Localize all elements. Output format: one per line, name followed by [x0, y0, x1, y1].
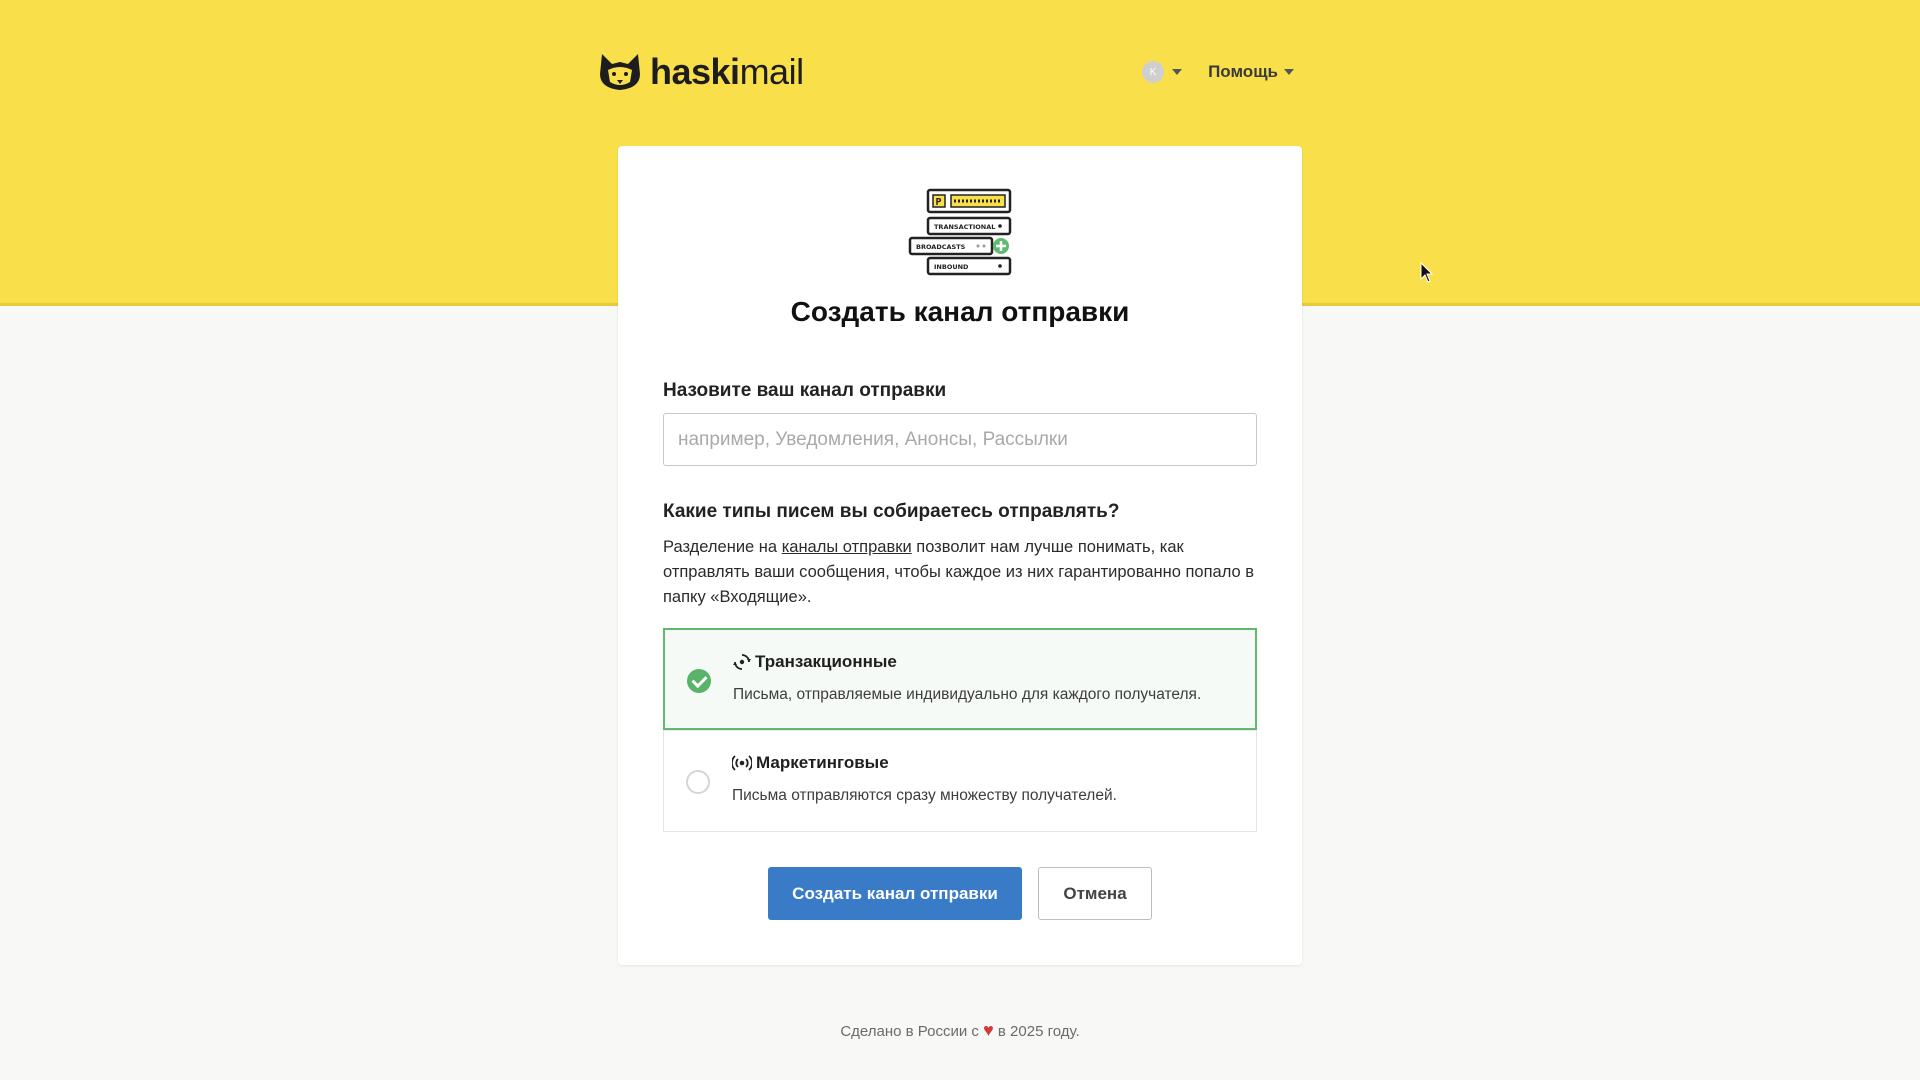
transactional-icon [733, 654, 751, 670]
stream-name-label: Назовите ваш канал отправки [663, 380, 947, 401]
account-menu[interactable]: K [1142, 61, 1183, 83]
message-types-label: Какие типы писем вы собираетесь отправля… [663, 501, 1120, 522]
chevron-down-icon [1284, 69, 1294, 75]
logo[interactable]: haskimail [598, 51, 804, 93]
help-label: Помощь [1208, 62, 1278, 81]
chevron-down-icon [1172, 69, 1183, 75]
radio-transactional[interactable] [687, 669, 711, 693]
message-streams-link[interactable]: каналы отправки [782, 538, 912, 556]
radio-broadcast[interactable] [686, 770, 710, 794]
avatar: K [1142, 61, 1165, 83]
logo-text: haskimail [650, 51, 804, 92]
cancel-button[interactable]: Отмена [1038, 867, 1152, 920]
option-broadcast[interactable]: Маркетинговые Письма отправляются сразу … [663, 730, 1257, 832]
message-types-description: Разделение на каналы отправки позволит н… [663, 538, 1255, 606]
option-transactional[interactable]: Транзакционные Письма, отправляемые инди… [663, 628, 1257, 730]
svg-text:INBOUND: INBOUND [934, 263, 969, 271]
help-menu[interactable]: Помощь [1208, 62, 1294, 82]
stream-name-input[interactable] [663, 413, 1257, 466]
header: haskimail K Помощь [598, 48, 1294, 96]
footer: Сделано в России с ♥ в 2025 году. [840, 1020, 1080, 1040]
svg-text:TRANSACTIONAL: TRANSACTIONAL [934, 223, 995, 231]
option-description: Письма, отправляемые индивидуально для к… [733, 686, 1202, 703]
svg-text:P: P [936, 197, 942, 208]
create-stream-button[interactable]: Создать канал отправки [768, 867, 1022, 920]
heart-icon: ♥ [983, 1020, 994, 1040]
svg-text:BROADCASTS: BROADCASTS [916, 243, 966, 251]
option-title: Транзакционные [733, 652, 897, 672]
server-stack-illustration-icon: P TRANSACTIONAL BROADCASTS INBOUND [908, 188, 1012, 276]
mouse-cursor-icon [1420, 262, 1434, 283]
husky-logo-icon [600, 54, 640, 90]
create-stream-card: P TRANSACTIONAL BROADCASTS INBOUND Созда… [618, 146, 1302, 965]
broadcast-icon [732, 755, 752, 771]
option-description: Письма отправляются сразу множеству полу… [732, 787, 1117, 804]
page-title: Создать канал отправки [790, 296, 1130, 327]
option-title: Маркетинговые [732, 753, 889, 773]
